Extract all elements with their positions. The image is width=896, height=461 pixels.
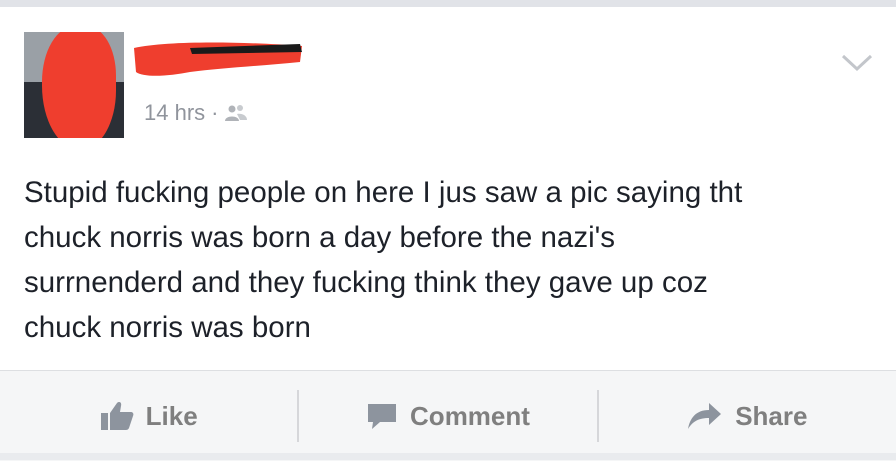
chevron-down-icon[interactable] [840, 51, 874, 73]
action-bar: Like Comment Share [0, 370, 896, 461]
post-timestamp[interactable]: 14 hrs [144, 100, 205, 126]
thumbs-up-icon [100, 402, 134, 430]
post-meta: 14 hrs · [144, 100, 248, 126]
avatar[interactable] [24, 32, 124, 138]
post-text-line: surrnenderd and they fucking think they … [24, 266, 708, 299]
post-text-line: Stupid fucking people on here I jus saw … [24, 176, 743, 209]
top-separator [0, 0, 896, 7]
post-card: 14 hrs · Stupid fucking people on here I… [0, 7, 896, 461]
share-label: Share [735, 400, 808, 431]
post-text: Stupid fucking people on here I jus saw … [24, 170, 884, 350]
post-text-line: chuck norris was born [24, 311, 311, 344]
like-button[interactable]: Like [0, 371, 297, 461]
author-name-redaction [134, 42, 302, 76]
friends-icon [225, 105, 248, 121]
share-arrow-icon [688, 403, 722, 429]
comment-icon [368, 404, 397, 429]
share-button[interactable]: Share [599, 371, 896, 461]
avatar-redaction [42, 32, 116, 138]
meta-separator: · [211, 100, 219, 125]
comment-label: Comment [410, 400, 530, 431]
like-label: Like [145, 400, 198, 431]
comment-button[interactable]: Comment [299, 371, 596, 461]
post-text-line: chuck norris was born a day before the n… [24, 221, 616, 254]
bottom-separator [0, 453, 896, 460]
